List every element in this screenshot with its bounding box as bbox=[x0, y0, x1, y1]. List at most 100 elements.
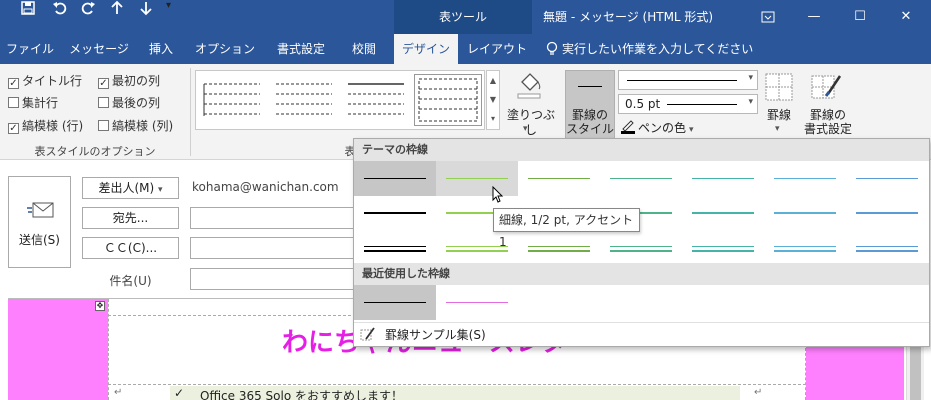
border-style-option[interactable] bbox=[600, 231, 682, 266]
to-button[interactable]: 宛先... bbox=[82, 207, 179, 229]
checkbox-banded-rows[interactable]: ✓ 縞模様 (行) bbox=[8, 117, 83, 135]
border-style-option[interactable] bbox=[600, 161, 682, 196]
chevron-down-icon: ▾ bbox=[158, 185, 163, 195]
minimize-icon[interactable]: — bbox=[796, 0, 832, 34]
checkbox-header-row[interactable]: ✓ タイトル行 bbox=[8, 72, 82, 90]
close-icon[interactable]: ✕ bbox=[888, 0, 924, 34]
border-line-sample bbox=[528, 246, 590, 247]
table-style-thumb-selected[interactable] bbox=[414, 74, 482, 126]
checkbox-label: 最初の列 bbox=[112, 74, 161, 88]
border-style-option[interactable] bbox=[764, 161, 846, 196]
customize-qat-icon[interactable]: ▾ bbox=[166, 0, 171, 11]
checkbox-label: 集計行 bbox=[22, 96, 59, 110]
checkbox-label: 縞模様 (行) bbox=[22, 119, 84, 133]
shading-button[interactable]: 塗りつぶし bbox=[503, 108, 559, 138]
table-style-thumb[interactable] bbox=[346, 80, 406, 125]
tab-message[interactable]: メッセージ bbox=[62, 34, 136, 64]
border-line-sample bbox=[774, 178, 836, 179]
border-style-option[interactable] bbox=[846, 196, 928, 231]
tab-review[interactable]: 校閲 bbox=[338, 34, 390, 64]
border-line-sample bbox=[610, 246, 672, 247]
pen-weight-line bbox=[667, 104, 737, 105]
table-cell-pink bbox=[8, 299, 108, 400]
ribbon-display-icon[interactable] bbox=[750, 0, 786, 34]
border-style-option[interactable] bbox=[354, 231, 436, 266]
redo-icon[interactable] bbox=[80, 0, 96, 19]
maximize-icon[interactable]: ☐ bbox=[842, 0, 878, 34]
border-line-sample bbox=[692, 246, 754, 247]
border-style-option[interactable] bbox=[518, 231, 600, 266]
checkbox-first-column[interactable]: ✓ 最初の列 bbox=[98, 72, 160, 90]
tab-options[interactable]: オプション bbox=[186, 34, 264, 64]
scrollbar-thumb[interactable] bbox=[910, 340, 921, 400]
pen-color-icon[interactable] bbox=[620, 118, 636, 137]
border-style-option[interactable] bbox=[518, 161, 600, 196]
cc-field[interactable] bbox=[190, 237, 360, 259]
cc-button[interactable]: ＣＣ(C)... bbox=[82, 237, 179, 259]
table-style-thumb[interactable] bbox=[274, 80, 334, 125]
tab-format[interactable]: 書式設定 bbox=[266, 34, 336, 64]
border-style-option[interactable] bbox=[846, 231, 928, 266]
checkbox-last-column[interactable]: 最後の列 bbox=[98, 94, 160, 112]
checkbox-checked-icon: ✓ bbox=[8, 78, 19, 89]
lightbulb-icon bbox=[546, 41, 558, 60]
tab-design[interactable]: デザイン bbox=[394, 34, 458, 64]
pen-style-select[interactable]: ▾ bbox=[618, 70, 758, 90]
border-style-option[interactable] bbox=[682, 161, 764, 196]
pen-weight-select[interactable]: 0.5 pt ▾ bbox=[618, 94, 758, 114]
table-gridline bbox=[108, 299, 109, 400]
border-painter-icon[interactable] bbox=[810, 72, 842, 105]
from-button[interactable]: 差出人(M) ▾ bbox=[82, 177, 179, 199]
border-line-sample bbox=[856, 250, 918, 252]
checkbox-checked-icon: ✓ bbox=[8, 123, 19, 134]
checkbox-banded-columns[interactable]: 縞模様 (列) bbox=[98, 117, 173, 135]
table-style-thumb[interactable] bbox=[202, 80, 262, 125]
recent-borders-header: 最近使用した枠線 bbox=[354, 263, 929, 285]
undo-icon[interactable] bbox=[52, 0, 68, 19]
border-style-option[interactable] bbox=[764, 231, 846, 266]
border-style-option[interactable] bbox=[354, 196, 436, 231]
pen-color-button[interactable]: ペンの色 ▾ bbox=[638, 119, 694, 136]
arrow-down-icon[interactable] bbox=[138, 0, 154, 19]
border-style-option[interactable] bbox=[682, 196, 764, 231]
border-style-option[interactable] bbox=[846, 161, 928, 196]
save-icon[interactable] bbox=[20, 0, 36, 19]
border-style-option[interactable] bbox=[436, 161, 518, 196]
recent-border-option[interactable] bbox=[354, 285, 436, 320]
theme-borders-header: テーマの枠線 bbox=[354, 139, 929, 161]
send-button[interactable]: 送信(S) bbox=[8, 176, 71, 268]
to-field[interactable] bbox=[190, 207, 360, 229]
from-label: 差出人(M) bbox=[98, 181, 155, 195]
border-style-option[interactable] bbox=[764, 196, 846, 231]
checkbox-total-row[interactable]: 集計行 bbox=[8, 94, 58, 112]
border-style-option[interactable] bbox=[682, 231, 764, 266]
checkbox-label: 縞模様 (列) bbox=[112, 119, 174, 133]
table-gridline bbox=[108, 384, 806, 385]
subject-label: 件名(U) bbox=[109, 274, 152, 288]
chevron-down-icon: ▾ bbox=[748, 73, 753, 83]
group-label-style-options: 表スタイルのオプション bbox=[34, 145, 156, 158]
border-style-option[interactable] bbox=[354, 161, 436, 196]
recent-borders-row bbox=[354, 285, 929, 320]
tab-file[interactable]: ファイル bbox=[0, 34, 60, 64]
border-sampler-item[interactable]: 罫線サンプル集(S) bbox=[385, 326, 486, 343]
border-line-sample bbox=[856, 246, 918, 247]
line-sample-icon bbox=[578, 86, 602, 87]
border-painter-label-2: 書式設定 bbox=[803, 122, 852, 136]
border-line-sample bbox=[446, 178, 508, 179]
border-line-sample bbox=[364, 302, 426, 303]
border-styles-label-1: 罫線の bbox=[571, 108, 608, 122]
list-item-text: Office 365 Solo をおすすめします！ bbox=[200, 389, 404, 400]
tab-layout[interactable]: レイアウト bbox=[462, 34, 532, 64]
recent-border-option[interactable] bbox=[436, 285, 518, 320]
chevron-down-icon: ▾ bbox=[775, 124, 780, 134]
borders-button[interactable]: 罫線 bbox=[760, 108, 798, 123]
subject-field[interactable] bbox=[190, 268, 360, 290]
tell-me-box[interactable]: 実行したい作業を入力してください bbox=[562, 34, 753, 64]
tab-insert[interactable]: 挿入 bbox=[138, 34, 184, 64]
paint-bucket-icon[interactable] bbox=[514, 70, 544, 103]
arrow-up-icon[interactable] bbox=[109, 0, 125, 19]
borders-icon[interactable] bbox=[764, 72, 794, 105]
gallery-scroll[interactable]: ▲ ▼ ▾ bbox=[486, 70, 500, 130]
table-move-handle-icon[interactable]: ✥ bbox=[95, 301, 105, 311]
